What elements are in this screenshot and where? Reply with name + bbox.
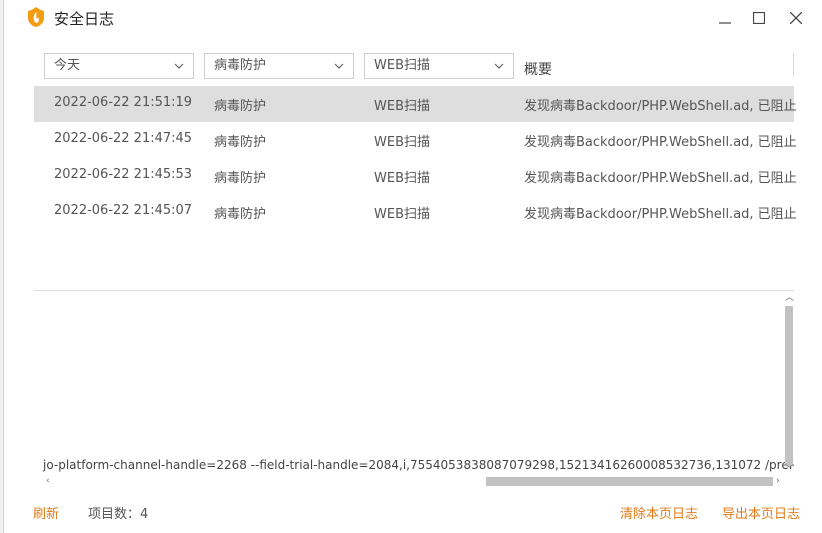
shield-flame-logo-icon bbox=[28, 7, 44, 27]
category-filter-value: 病毒防护 bbox=[214, 58, 267, 73]
scroll-right-icon[interactable]: › bbox=[776, 477, 780, 486]
table-row[interactable]: 2022-06-22 21:45:53 病毒防护 WEB扫描 发现病毒Backd… bbox=[34, 158, 797, 194]
close-icon bbox=[790, 12, 802, 24]
row-type: WEB扫描 bbox=[374, 99, 430, 114]
window-title: 安全日志 bbox=[54, 10, 115, 28]
security-log-window: 安全日志 今天 病毒防护 WEB扫描 概要 2022-06-22 21:51:1… bbox=[3, 0, 822, 533]
scroll-left-icon[interactable]: ‹ bbox=[46, 477, 50, 486]
table-row[interactable]: 2022-06-22 21:47:45 病毒防护 WEB扫描 发现病毒Backd… bbox=[34, 122, 797, 158]
detail-pane: jo-platform-channel-handle=2268 --field-… bbox=[34, 294, 794, 486]
row-summary: 发现病毒Backdoor/PHP.WebShell.ad, 已阻止 bbox=[524, 99, 797, 114]
horizontal-scroll-thumb[interactable] bbox=[486, 477, 773, 486]
refresh-link[interactable]: 刷新 bbox=[33, 503, 59, 522]
pane-divider bbox=[34, 290, 794, 291]
summary-column-header: 概要 bbox=[524, 62, 552, 78]
chevron-down-icon bbox=[334, 63, 344, 69]
row-summary: 发现病毒Backdoor/PHP.WebShell.ad, 已阻止 bbox=[524, 135, 797, 150]
minimize-icon bbox=[719, 22, 731, 24]
table-row[interactable]: 2022-06-22 21:45:07 病毒防护 WEB扫描 发现病毒Backd… bbox=[34, 194, 797, 230]
row-category: 病毒防护 bbox=[214, 207, 267, 222]
title-bar: 安全日志 bbox=[4, 0, 822, 36]
chevron-down-icon bbox=[494, 63, 504, 69]
row-summary: 发现病毒Backdoor/PHP.WebShell.ad, 已阻止 bbox=[524, 207, 797, 222]
row-time: 2022-06-22 21:51:19 bbox=[54, 95, 193, 110]
row-category: 病毒防护 bbox=[214, 171, 267, 186]
maximize-button[interactable] bbox=[747, 6, 771, 30]
footer-bar: 刷新 项目数：4 清除本页日志 导出本页日志 bbox=[4, 500, 822, 524]
row-type: WEB扫描 bbox=[374, 207, 430, 222]
row-summary: 发现病毒Backdoor/PHP.WebShell.ad, 已阻止 bbox=[524, 171, 797, 186]
log-table: 2022-06-22 21:51:19 病毒防护 WEB扫描 发现病毒Backd… bbox=[34, 86, 797, 230]
filter-header: 今天 病毒防护 WEB扫描 概要 bbox=[34, 47, 794, 83]
minimize-button[interactable] bbox=[713, 6, 737, 30]
row-type: WEB扫描 bbox=[374, 135, 430, 150]
row-type: WEB扫描 bbox=[374, 171, 430, 186]
date-filter-select[interactable]: 今天 bbox=[44, 53, 194, 79]
vertical-scroll-thumb[interactable] bbox=[785, 306, 793, 466]
row-time: 2022-06-22 21:45:53 bbox=[54, 167, 193, 182]
item-count: 项目数：4 bbox=[88, 507, 149, 522]
scroll-up-icon[interactable]: ︿ bbox=[785, 294, 794, 303]
date-filter-value: 今天 bbox=[54, 58, 81, 73]
scroll-down-icon[interactable]: ﹀ bbox=[785, 466, 794, 475]
table-row[interactable]: 2022-06-22 21:51:19 病毒防护 WEB扫描 发现病毒Backd… bbox=[34, 86, 797, 122]
header-divider bbox=[793, 53, 794, 77]
maximize-icon bbox=[753, 12, 765, 24]
row-time: 2022-06-22 21:47:45 bbox=[54, 131, 193, 146]
type-filter-select[interactable]: WEB扫描 bbox=[364, 53, 514, 79]
row-category: 病毒防护 bbox=[214, 135, 267, 150]
export-page-log-link[interactable]: 导出本页日志 bbox=[722, 503, 800, 522]
row-time: 2022-06-22 21:45:07 bbox=[54, 203, 193, 218]
close-button[interactable] bbox=[784, 6, 808, 30]
chevron-down-icon bbox=[174, 63, 184, 69]
detail-text: jo-platform-channel-handle=2268 --field-… bbox=[43, 458, 794, 472]
type-filter-value: WEB扫描 bbox=[374, 58, 430, 73]
category-filter-select[interactable]: 病毒防护 bbox=[204, 53, 354, 79]
clear-page-log-link[interactable]: 清除本页日志 bbox=[620, 503, 698, 522]
row-category: 病毒防护 bbox=[214, 99, 267, 114]
